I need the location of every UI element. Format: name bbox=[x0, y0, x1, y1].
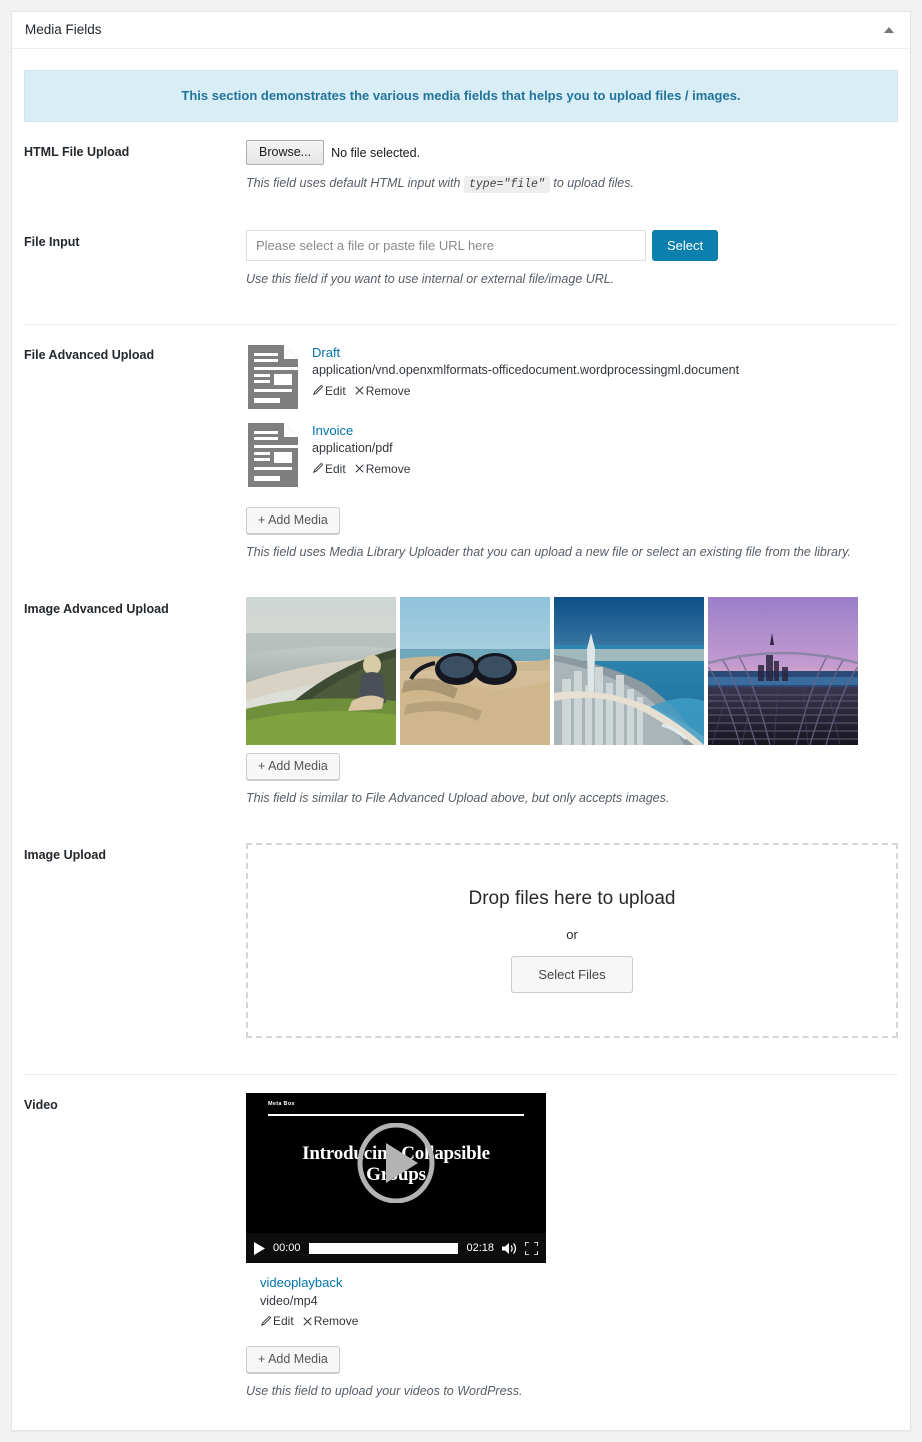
field-description-html-file-upload: This field uses default HTML input with … bbox=[246, 174, 898, 194]
pencil-icon bbox=[260, 1315, 271, 1326]
close-icon bbox=[303, 1316, 312, 1326]
list-item: videoplayback video/mp4 Edit Remove bbox=[246, 1273, 898, 1328]
media-file-name-link[interactable]: Invoice bbox=[312, 422, 410, 440]
desc-text-after: to upload files. bbox=[553, 176, 634, 190]
field-description-file-advanced-upload: This field uses Media Library Uploader t… bbox=[246, 544, 851, 559]
postbox-header[interactable]: Media Fields bbox=[12, 12, 910, 49]
page-title: Media Fields bbox=[25, 22, 102, 38]
media-file-name-link[interactable]: videoplayback bbox=[260, 1274, 358, 1292]
media-mime-type: video/mp4 bbox=[260, 1293, 318, 1308]
dropzone-title: Drop files here to upload bbox=[468, 888, 676, 910]
document-file-icon bbox=[246, 343, 300, 411]
image-thumbnail[interactable] bbox=[400, 596, 550, 745]
play-icon[interactable] bbox=[356, 1123, 436, 1204]
uploaded-video-list: videoplayback video/mp4 Edit Remove bbox=[246, 1273, 898, 1328]
field-description-file-input: Use this field if you want to use intern… bbox=[246, 271, 615, 286]
video-duration: 02:18 bbox=[466, 1242, 494, 1255]
field-file-advanced-upload: File Advanced Upload Draft application/v… bbox=[24, 323, 898, 579]
field-file-input: File Input Select Use this field if you … bbox=[24, 212, 898, 306]
play-button[interactable] bbox=[254, 1241, 265, 1255]
field-description-image-advanced-upload: This field is similar to File Advanced U… bbox=[246, 790, 670, 805]
bottom-spacer bbox=[24, 1418, 898, 1430]
field-label-image-upload: Image Upload bbox=[24, 848, 106, 863]
fullscreen-icon[interactable] bbox=[525, 1241, 538, 1255]
video-brand-rule bbox=[268, 1114, 524, 1117]
image-thumbnail[interactable] bbox=[708, 596, 858, 745]
field-label-file-advanced-upload: File Advanced Upload bbox=[24, 347, 155, 362]
field-description-video: Use this field to upload your videos to … bbox=[246, 1384, 523, 1399]
remove-media-link[interactable]: Remove bbox=[355, 462, 410, 476]
media-mime-type: application/pdf bbox=[312, 441, 393, 456]
image-thumbnail-grid bbox=[246, 596, 898, 745]
browse-button[interactable]: Browse... bbox=[246, 140, 325, 165]
field-input-image-upload: Drop files here to upload or Select File… bbox=[246, 843, 898, 1056]
video-stage[interactable]: Meta Box Introducing Collapsible Groups bbox=[246, 1093, 546, 1234]
image-thumbnail[interactable] bbox=[554, 596, 704, 745]
edit-media-link[interactable]: Edit bbox=[260, 1314, 294, 1328]
add-media-button-files[interactable]: + Add Media bbox=[246, 506, 340, 534]
edit-media-link[interactable]: Edit bbox=[312, 384, 346, 398]
file-dropzone[interactable]: Drop files here to upload or Select File… bbox=[246, 843, 898, 1039]
media-file-name-link[interactable]: Draft bbox=[312, 344, 739, 362]
native-file-input[interactable]: Browse... No file selected. bbox=[246, 140, 898, 165]
desc-code-snippet: type="file" bbox=[463, 176, 550, 193]
file-url-input[interactable] bbox=[246, 229, 646, 261]
field-image-upload: Image Upload Drop files here to upload o… bbox=[24, 825, 898, 1056]
media-mime-type: application/vnd.openxmlformats-officedoc… bbox=[312, 363, 740, 378]
close-icon bbox=[355, 464, 364, 473]
close-icon bbox=[355, 386, 364, 395]
list-item: Draft application/vnd.openxmlformats-off… bbox=[246, 343, 898, 411]
volume-icon[interactable] bbox=[502, 1242, 517, 1255]
field-html-file-upload: HTML File Upload Browse... No file selec… bbox=[24, 122, 898, 212]
field-label-file-input: File Input bbox=[24, 234, 80, 249]
pencil-icon bbox=[312, 463, 323, 474]
video-brand-text: Meta Box bbox=[268, 1101, 295, 1108]
uploaded-file-list: Draft application/vnd.openxmlformats-off… bbox=[246, 343, 898, 489]
section-notice: This section demonstrates the various me… bbox=[24, 70, 898, 122]
add-media-button-video[interactable]: + Add Media bbox=[246, 1346, 340, 1374]
dropzone-or-text: or bbox=[566, 927, 578, 943]
add-media-button-images[interactable]: + Add Media bbox=[246, 752, 340, 780]
page-background: Media Fields This section demonstrates t… bbox=[0, 0, 922, 1442]
video-player[interactable]: Meta Box Introducing Collapsible Groups bbox=[246, 1093, 546, 1264]
field-label-image-advanced-upload: Image Advanced Upload bbox=[24, 601, 169, 616]
field-label-html-file-upload: HTML File Upload bbox=[24, 145, 130, 159]
video-controls[interactable]: 00:00 02:18 bbox=[246, 1233, 546, 1264]
video-progress-bar[interactable] bbox=[308, 1242, 459, 1254]
field-image-advanced-upload: Image Advanced Upload + Add Media This f… bbox=[24, 579, 898, 825]
field-input-file-input: Select Use this field if you want to use… bbox=[246, 229, 898, 306]
field-input-image-advanced-upload: + Add Media This field is similar to Fil… bbox=[246, 596, 898, 825]
remove-media-link[interactable]: Remove bbox=[303, 1314, 358, 1328]
media-fields-postbox: Media Fields This section demonstrates t… bbox=[11, 11, 911, 1432]
field-input-file-advanced-upload: Draft application/vnd.openxmlformats-off… bbox=[246, 343, 898, 579]
field-input-video: Meta Box Introducing Collapsible Groups bbox=[246, 1093, 898, 1418]
pencil-icon bbox=[312, 385, 323, 396]
select-files-button[interactable]: Select Files bbox=[511, 956, 633, 994]
field-video: Video Meta Box Introducing Collapsible G… bbox=[24, 1074, 898, 1418]
list-item: Invoice application/pdf Edit Remove bbox=[246, 421, 898, 489]
caret-up-icon[interactable] bbox=[880, 21, 898, 39]
desc-text-before: This field uses default HTML input with bbox=[246, 176, 461, 190]
postbox-inside: This section demonstrates the various me… bbox=[12, 49, 910, 1430]
document-file-icon bbox=[246, 421, 300, 489]
field-input-html-file-upload: Browse... No file selected. This field u… bbox=[246, 140, 898, 212]
edit-media-link[interactable]: Edit bbox=[312, 462, 346, 476]
field-label-video: Video bbox=[24, 1098, 58, 1113]
image-thumbnail[interactable] bbox=[246, 596, 396, 745]
no-file-selected-text: No file selected. bbox=[331, 145, 421, 160]
select-button[interactable]: Select bbox=[652, 229, 719, 261]
video-current-time: 00:00 bbox=[273, 1242, 301, 1255]
remove-media-link[interactable]: Remove bbox=[355, 384, 410, 398]
